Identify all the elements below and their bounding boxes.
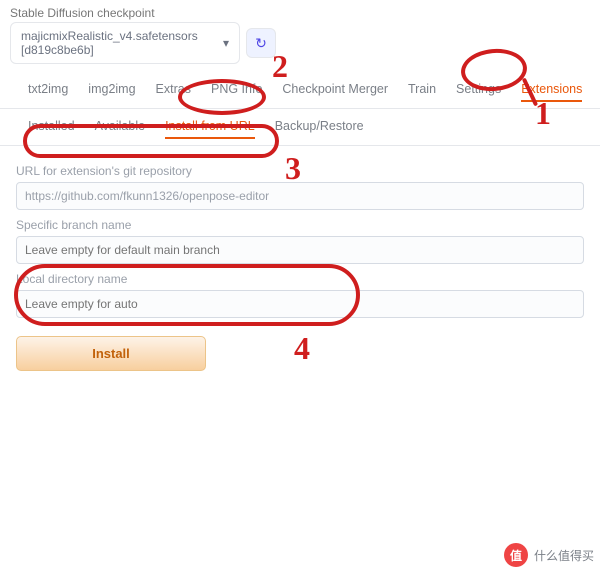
tab-extras[interactable]: Extras (156, 82, 191, 102)
chevron-down-icon: ▾ (223, 36, 229, 50)
url-label: URL for extension's git repository (16, 164, 584, 178)
branch-label: Specific branch name (16, 218, 584, 232)
tab-train[interactable]: Train (408, 82, 436, 102)
subtab-installed[interactable]: Installed (28, 119, 75, 139)
checkpoint-value: majicmixRealistic_v4.safetensors [d819c8… (21, 29, 215, 57)
watermark-text: 什么值得买 (534, 547, 594, 564)
tab-ckpt-merger[interactable]: Checkpoint Merger (282, 82, 388, 102)
tab-img2img[interactable]: img2img (88, 82, 135, 102)
extensions-subtabs: Installed Available Install from URL Bac… (0, 109, 600, 146)
tab-pnginfo[interactable]: PNG Info (211, 82, 262, 102)
tab-settings[interactable]: Settings (456, 82, 501, 102)
subtab-install-url[interactable]: Install from URL (165, 119, 255, 139)
checkpoint-select[interactable]: majicmixRealistic_v4.safetensors [d819c8… (10, 22, 240, 64)
tab-txt2img[interactable]: txt2img (28, 82, 68, 102)
subtab-backup[interactable]: Backup/Restore (275, 119, 364, 139)
main-tabs: txt2img img2img Extras PNG Info Checkpoi… (0, 64, 600, 109)
install-form: URL for extension's git repository Speci… (0, 146, 600, 381)
url-input[interactable] (16, 182, 584, 210)
install-button[interactable]: Install (16, 336, 206, 371)
dir-label: Local directory name (16, 272, 584, 286)
branch-input[interactable] (16, 236, 584, 264)
refresh-icon: ↻ (255, 35, 267, 52)
tab-extensions[interactable]: Extensions (521, 82, 582, 102)
dir-input[interactable] (16, 290, 584, 318)
subtab-available[interactable]: Available (95, 119, 146, 139)
checkpoint-label: Stable Diffusion checkpoint (0, 0, 600, 22)
watermark: 值 什么值得买 (504, 543, 594, 567)
watermark-badge-icon: 值 (504, 543, 528, 567)
refresh-button[interactable]: ↻ (246, 28, 276, 58)
